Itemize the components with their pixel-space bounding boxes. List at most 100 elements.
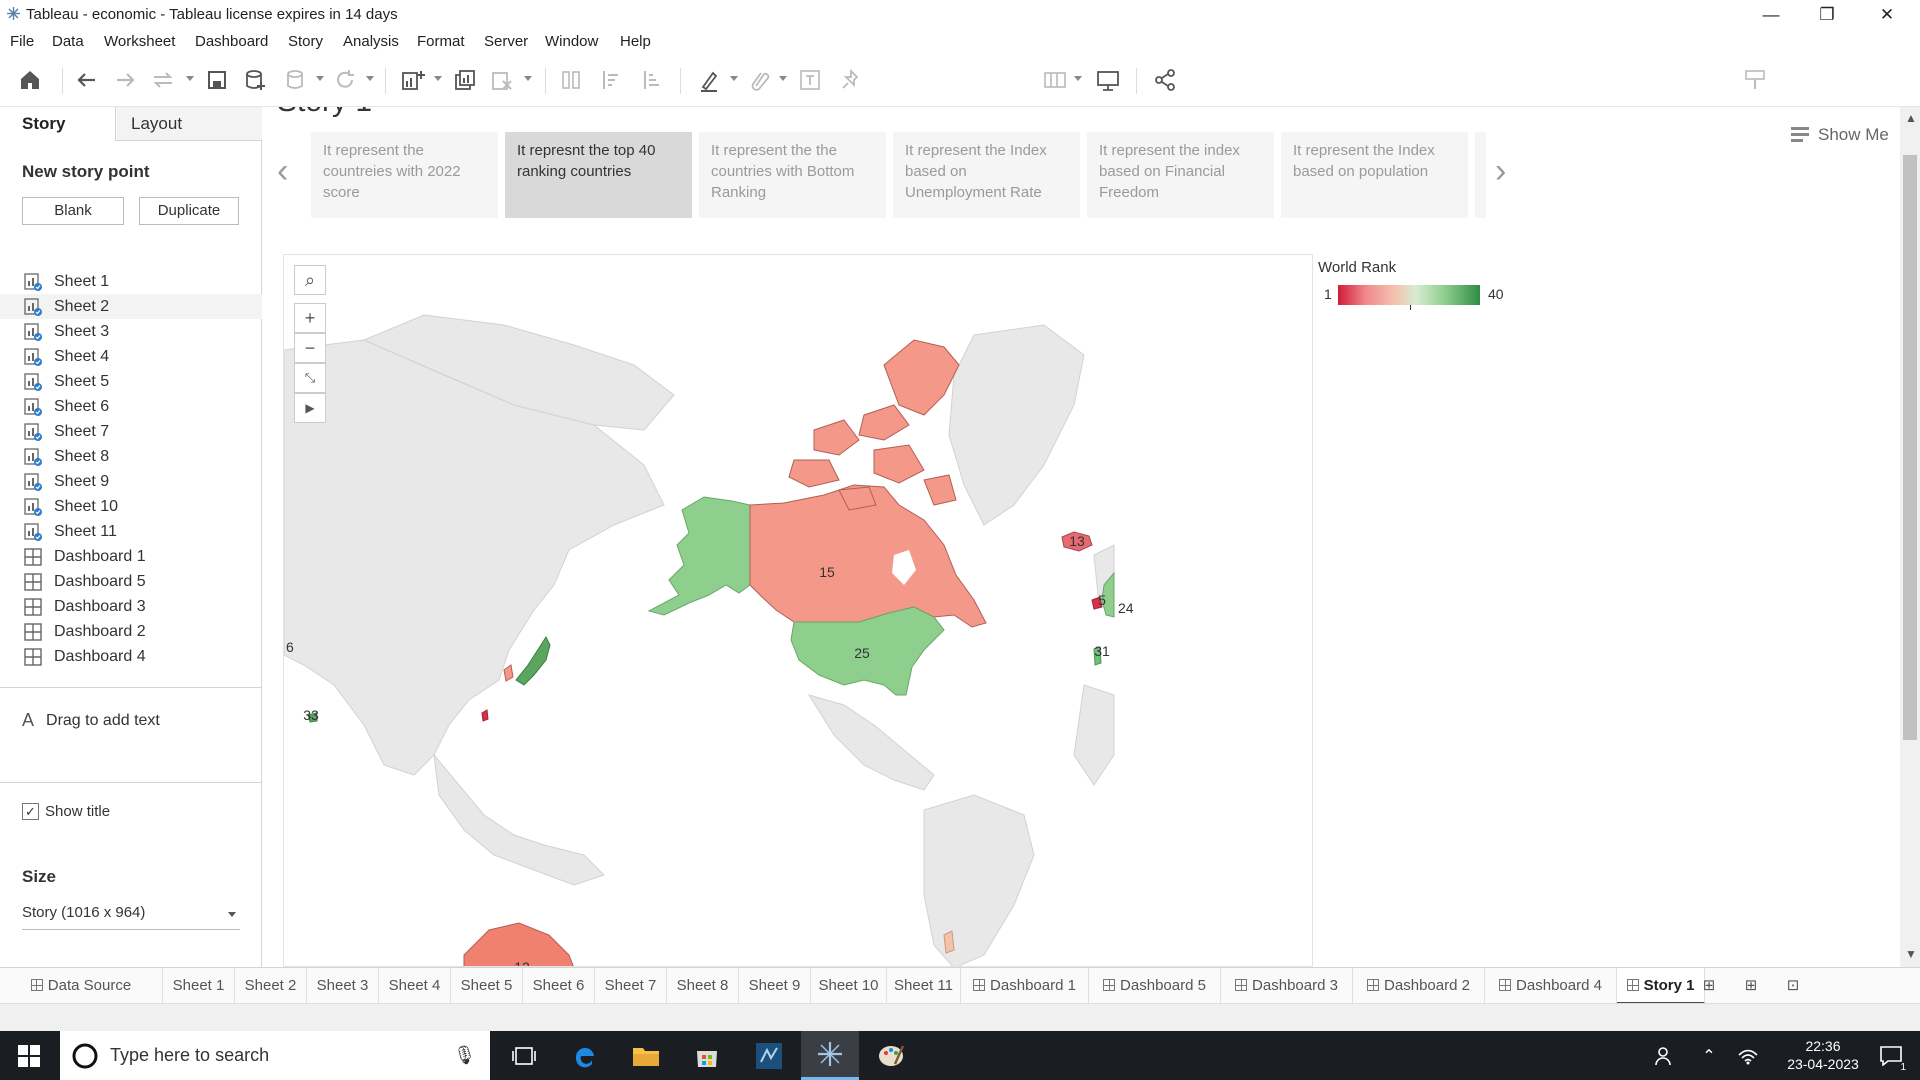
vertical-scrollbar[interactable]: ▲ ▼	[1900, 107, 1920, 967]
sheet-tab[interactable]: Dashboard 4	[1485, 968, 1617, 1004]
duplicate-button[interactable]: Duplicate	[139, 197, 239, 225]
story-point-caption[interactable]: It represnt the top 40 ranking countries	[505, 132, 692, 218]
share-icon[interactable]	[1150, 65, 1180, 95]
duplicate-sheet-icon[interactable]	[450, 65, 480, 95]
notification-center-icon[interactable]: 1	[1868, 1031, 1914, 1080]
sheet-list-item[interactable]: Sheet 11	[0, 519, 262, 544]
close-button[interactable]: ✕	[1860, 0, 1914, 29]
people-icon[interactable]	[1645, 1031, 1685, 1080]
menu-window[interactable]: Window	[545, 33, 598, 50]
sheet-tab[interactable]: Sheet 6	[523, 968, 595, 1004]
sort-descending-icon[interactable]	[637, 65, 667, 95]
map-viz[interactable]: 15 25 13 5 24 31 6 33 12 ⌕ + − ⤡ ▶	[283, 254, 1313, 967]
task-view-icon[interactable]	[495, 1031, 553, 1080]
menu-file[interactable]: File	[10, 33, 34, 50]
sort-ascending-icon[interactable]	[596, 65, 626, 95]
story-point-caption[interactable]: It represent the countreies with 2022 sc…	[311, 132, 498, 218]
size-dropdown[interactable]: Story (1016 x 964)	[22, 904, 240, 930]
story-point-caption[interactable]: It represent the index based on Financia…	[1087, 132, 1274, 218]
sheet-tab[interactable]: Sheet 3	[307, 968, 379, 1004]
pause-updates-caret[interactable]	[316, 76, 324, 81]
world-map[interactable]: 15 25 13 5 24 31 6 33 12	[284, 255, 1313, 967]
sheet-tab[interactable]: Sheet 9	[739, 968, 811, 1004]
system-clock[interactable]: 22:36 23-04-2023	[1778, 1037, 1868, 1073]
story-point-caption[interactable]: It represent the Index based on Unemploy…	[893, 132, 1080, 218]
tableau-taskbar-icon[interactable]	[801, 1031, 859, 1080]
menu-story[interactable]: Story	[288, 33, 323, 50]
sheet-list-item[interactable]: Sheet 2	[0, 294, 262, 319]
sheet-tab[interactable]: Sheet 8	[667, 968, 739, 1004]
clear-sheet-icon[interactable]	[487, 65, 517, 95]
highlight-caret[interactable]	[730, 76, 738, 81]
sheet-list-item[interactable]: Dashboard 2	[0, 619, 262, 644]
format-painter-icon[interactable]	[1740, 65, 1770, 95]
sheet-list-item[interactable]: Sheet 1	[0, 269, 262, 294]
minimize-button[interactable]: —	[1744, 0, 1798, 29]
sheet-tab[interactable]: Sheet 2	[235, 968, 307, 1004]
scroll-down-icon[interactable]: ▼	[1905, 947, 1917, 961]
sheet-tab[interactable]: Dashboard 1	[961, 968, 1089, 1004]
new-worksheet-icon[interactable]	[398, 65, 428, 95]
sheet-list-item[interactable]: Dashboard 4	[0, 644, 262, 669]
show-me-button[interactable]: Show Me	[1790, 125, 1889, 145]
story-point-caption[interactable]: It represent the Index based on populati…	[1281, 132, 1468, 218]
sheet-list-item[interactable]: Dashboard 1	[0, 544, 262, 569]
expand-toolbar-icon[interactable]: ▶	[294, 393, 326, 423]
sheet-tab[interactable]: Sheet 5	[451, 968, 523, 1004]
refresh-icon[interactable]	[330, 65, 360, 95]
menu-format[interactable]: Format	[417, 33, 465, 50]
mysql-workbench-icon[interactable]	[740, 1031, 798, 1080]
paint-app-icon[interactable]	[862, 1031, 920, 1080]
microphone-icon[interactable]: 🎙	[453, 1045, 476, 1066]
sheet-tab[interactable]: Sheet 7	[595, 968, 667, 1004]
swap-icon[interactable]	[148, 65, 178, 95]
tab-layout[interactable]: Layout ‹	[117, 107, 363, 140]
sheet-tab[interactable]: Sheet 10	[811, 968, 887, 1004]
new-worksheet-tab-icon[interactable]: ⊞	[1692, 968, 1726, 1004]
windows-start-icon[interactable]	[0, 1031, 58, 1080]
sheet-list-item[interactable]: Sheet 6	[0, 394, 262, 419]
previous-story-point-icon[interactable]: ‹	[277, 152, 288, 191]
group-members-icon[interactable]	[745, 65, 775, 95]
home-icon[interactable]	[15, 65, 45, 95]
sheet-tab[interactable]: Sheet 1	[163, 968, 235, 1004]
show-mark-labels-icon[interactable]	[795, 65, 825, 95]
show-cards-icon[interactable]	[1040, 65, 1070, 95]
presentation-mode-icon[interactable]	[1093, 65, 1123, 95]
sheet-tab[interactable]: Data Source	[0, 968, 163, 1004]
sheet-list-item[interactable]: Dashboard 3	[0, 594, 262, 619]
new-dashboard-tab-icon[interactable]: ⊞	[1734, 968, 1768, 1004]
blank-button[interactable]: Blank	[22, 197, 124, 225]
sheet-list-item[interactable]: Sheet 4	[0, 344, 262, 369]
new-data-source-icon[interactable]	[240, 65, 270, 95]
swap-rows-columns-icon[interactable]	[556, 65, 586, 95]
show-title-checkbox[interactable]: ✓ Show title	[22, 803, 110, 820]
sheet-list-item[interactable]: Sheet 9	[0, 469, 262, 494]
sheet-list-item[interactable]: Dashboard 5	[0, 569, 262, 594]
sheet-tab[interactable]: Sheet 11	[887, 968, 961, 1004]
refresh-caret[interactable]	[366, 76, 374, 81]
show-cards-caret[interactable]	[1074, 76, 1082, 81]
taskbar-search-box[interactable]: Type here to search 🎙	[60, 1031, 490, 1080]
clear-sheet-caret[interactable]	[524, 76, 532, 81]
menu-server[interactable]: Server	[484, 33, 528, 50]
next-story-point-icon[interactable]: ›	[1495, 152, 1506, 191]
scrollbar-thumb[interactable]	[1903, 155, 1917, 740]
story-point-caption[interactable]: It r bas gro	[1475, 132, 1486, 218]
group-members-caret[interactable]	[779, 76, 787, 81]
show-hidden-icons-icon[interactable]: ⌃	[1692, 1031, 1726, 1080]
save-icon[interactable]	[202, 65, 232, 95]
new-story-tab-icon[interactable]: ⊡	[1776, 968, 1810, 1004]
scroll-up-icon[interactable]: ▲	[1905, 111, 1917, 125]
sheet-list-item[interactable]: Sheet 10	[0, 494, 262, 519]
sheet-list-item[interactable]: Sheet 3	[0, 319, 262, 344]
highlight-icon[interactable]	[695, 65, 725, 95]
undo-icon[interactable]	[72, 65, 102, 95]
map-search-icon[interactable]: ⌕	[294, 265, 326, 295]
edge-browser-icon[interactable]	[556, 1031, 614, 1080]
pause-updates-icon[interactable]	[280, 65, 310, 95]
sheet-tab[interactable]: Dashboard 2	[1353, 968, 1485, 1004]
sheet-list-item[interactable]: Sheet 7	[0, 419, 262, 444]
new-worksheet-caret[interactable]	[434, 76, 442, 81]
sheet-tab[interactable]: Dashboard 3	[1221, 968, 1353, 1004]
